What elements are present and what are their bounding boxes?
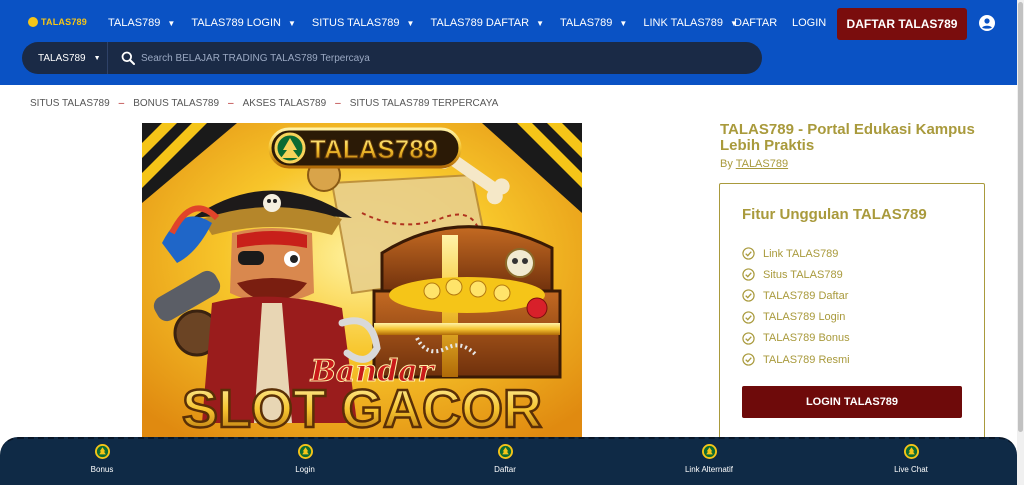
chevron-down-icon: ▼ (167, 18, 176, 28)
hero-logo-plate: TALAS789 (268, 127, 462, 169)
author-link[interactable]: TALAS789 (736, 158, 788, 170)
search-icon[interactable] (121, 51, 135, 65)
nav-item-situs[interactable]: SITUS TALAS789 ▼ (312, 17, 415, 29)
user-account-icon[interactable] (979, 15, 995, 31)
post-title: TALAS789 - Portal Edukasi Kampus Lebih P… (720, 121, 975, 154)
list-item: TALAS789 Daftar (742, 285, 850, 306)
chevron-down-icon: ▼ (287, 18, 296, 28)
feature-list: Link TALAS789 Situs TALAS789 TALAS789 Da… (742, 243, 850, 370)
byline-prefix: By (720, 158, 733, 170)
list-item: Link TALAS789 (742, 243, 850, 264)
list-item: Situs TALAS789 (742, 264, 850, 285)
list-item: TALAS789 Bonus (742, 328, 850, 349)
bottom-nav-link-alternatif[interactable]: Link Alternatif (669, 444, 749, 474)
bottom-nav-label: Link Alternatif (684, 465, 734, 474)
chevron-down-icon: ▼ (93, 54, 101, 62)
nav-item-label: TALAS789 LOGIN (191, 17, 281, 29)
page-scrollbar-thumb[interactable] (1018, 2, 1023, 432)
tree-coin-icon (94, 444, 110, 459)
login-button[interactable]: LOGIN TALAS789 (742, 386, 962, 418)
bottom-nav-bonus[interactable]: Bonus (62, 444, 142, 474)
tree-coin-icon (903, 444, 919, 459)
nav-item-link[interactable]: LINK TALAS789 ▼ (643, 17, 738, 29)
breadcrumb-separator: – (228, 98, 234, 109)
feature-label: TALAS789 Resmi (763, 353, 850, 366)
hero-image: TALAS789 Bandar SLOT GACOR (142, 123, 582, 439)
list-item: TALAS789 Login (742, 307, 850, 328)
site-header: TALAS789 TALAS789 ▼ TALAS789 LOGIN ▼ SITUS… (0, 0, 1017, 85)
bottom-nav-live-chat[interactable]: Live Chat (871, 444, 951, 474)
login-link[interactable]: LOGIN (792, 17, 826, 29)
pirate-slot-illustration: TALAS789 Bandar SLOT GACOR (142, 123, 582, 439)
breadcrumb: SITUS TALAS789 – BONUS TALAS789 – AKSES … (30, 98, 498, 109)
nav-item-label: TALAS789 (560, 17, 613, 29)
feature-label: TALAS789 Bonus (763, 332, 850, 345)
hero-brand-text: TALAS789 (310, 134, 438, 164)
main-nav: TALAS789 ▼ TALAS789 LOGIN ▼ SITUS TALAS789… (108, 17, 754, 29)
nav-item-login[interactable]: TALAS789 LOGIN ▼ (191, 17, 296, 29)
tree-coin-icon (497, 444, 513, 459)
check-circle-icon (742, 332, 755, 345)
logo-text: TALAS789 (41, 17, 87, 27)
chevron-down-icon: ▼ (536, 18, 545, 28)
breadcrumb-separator: – (335, 98, 341, 109)
bottom-nav-bar: Bonus Login Daftar Link Alternatif Live … (0, 437, 1017, 485)
logo-emblem-icon (28, 17, 38, 27)
site-logo[interactable]: TALAS789 (28, 17, 87, 27)
nav-item-talas789[interactable]: TALAS789 ▼ (108, 17, 175, 29)
check-circle-icon (742, 247, 755, 260)
tree-coin-icon (297, 444, 313, 459)
check-circle-icon (742, 353, 755, 366)
search-category-select[interactable]: TALAS789 ▼ (22, 42, 108, 74)
tree-coin-icon (701, 444, 717, 459)
feature-label: TALAS789 Daftar (763, 289, 849, 302)
breadcrumb-item[interactable]: SITUS TALAS789 (30, 98, 110, 109)
nav-item-label: TALAS789 DAFTAR (430, 17, 530, 29)
chevron-down-icon: ▼ (406, 18, 415, 28)
check-circle-icon (742, 268, 755, 281)
search-category-label: TALAS789 (38, 52, 86, 64)
search-input[interactable] (141, 52, 701, 64)
search-bar: TALAS789 ▼ (22, 42, 762, 74)
nav-item-daftar[interactable]: TALAS789 DAFTAR ▼ (430, 17, 544, 29)
bottom-nav-login[interactable]: Login (265, 444, 345, 474)
breadcrumb-item[interactable]: BONUS TALAS789 (133, 98, 219, 109)
hero-headline: SLOT GACOR (182, 379, 542, 439)
check-circle-icon (742, 289, 755, 303)
bottom-nav-label: Bonus (90, 465, 114, 474)
bottom-nav-label: Login (295, 465, 315, 474)
feature-label: Link TALAS789 (763, 247, 839, 260)
daftar-link[interactable]: DAFTAR (734, 17, 777, 29)
feature-label: TALAS789 Login (763, 311, 846, 324)
feature-card: Fitur Unggulan TALAS789 Link TALAS789 Si… (719, 183, 985, 443)
nav-item-label: SITUS TALAS789 (311, 17, 400, 29)
nav-item-label: LINK TALAS789 (643, 17, 724, 29)
check-circle-icon (742, 310, 755, 324)
bottom-nav-daftar[interactable]: Daftar (465, 444, 545, 474)
breadcrumb-separator: – (118, 98, 125, 109)
nav-item-talas789-2[interactable]: TALAS789 ▼ (560, 17, 627, 29)
daftar-button[interactable]: DAFTAR TALAS789 (837, 8, 967, 40)
bottom-nav-label: Daftar (494, 465, 516, 474)
breadcrumb-item[interactable]: SITUS TALAS789 TERPERCAYA (350, 98, 499, 109)
bottom-nav-label: Live Chat (894, 465, 928, 474)
feature-label: Situs TALAS789 (763, 268, 843, 281)
post-byline: By TALAS789 (720, 158, 788, 170)
list-item: TALAS789 Resmi (742, 349, 850, 370)
feature-card-title: Fitur Unggulan TALAS789 (742, 206, 927, 223)
breadcrumb-item[interactable]: AKSES TALAS789 (243, 98, 327, 109)
nav-item-label: TALAS789 (108, 17, 161, 29)
chevron-down-icon: ▼ (619, 18, 628, 28)
